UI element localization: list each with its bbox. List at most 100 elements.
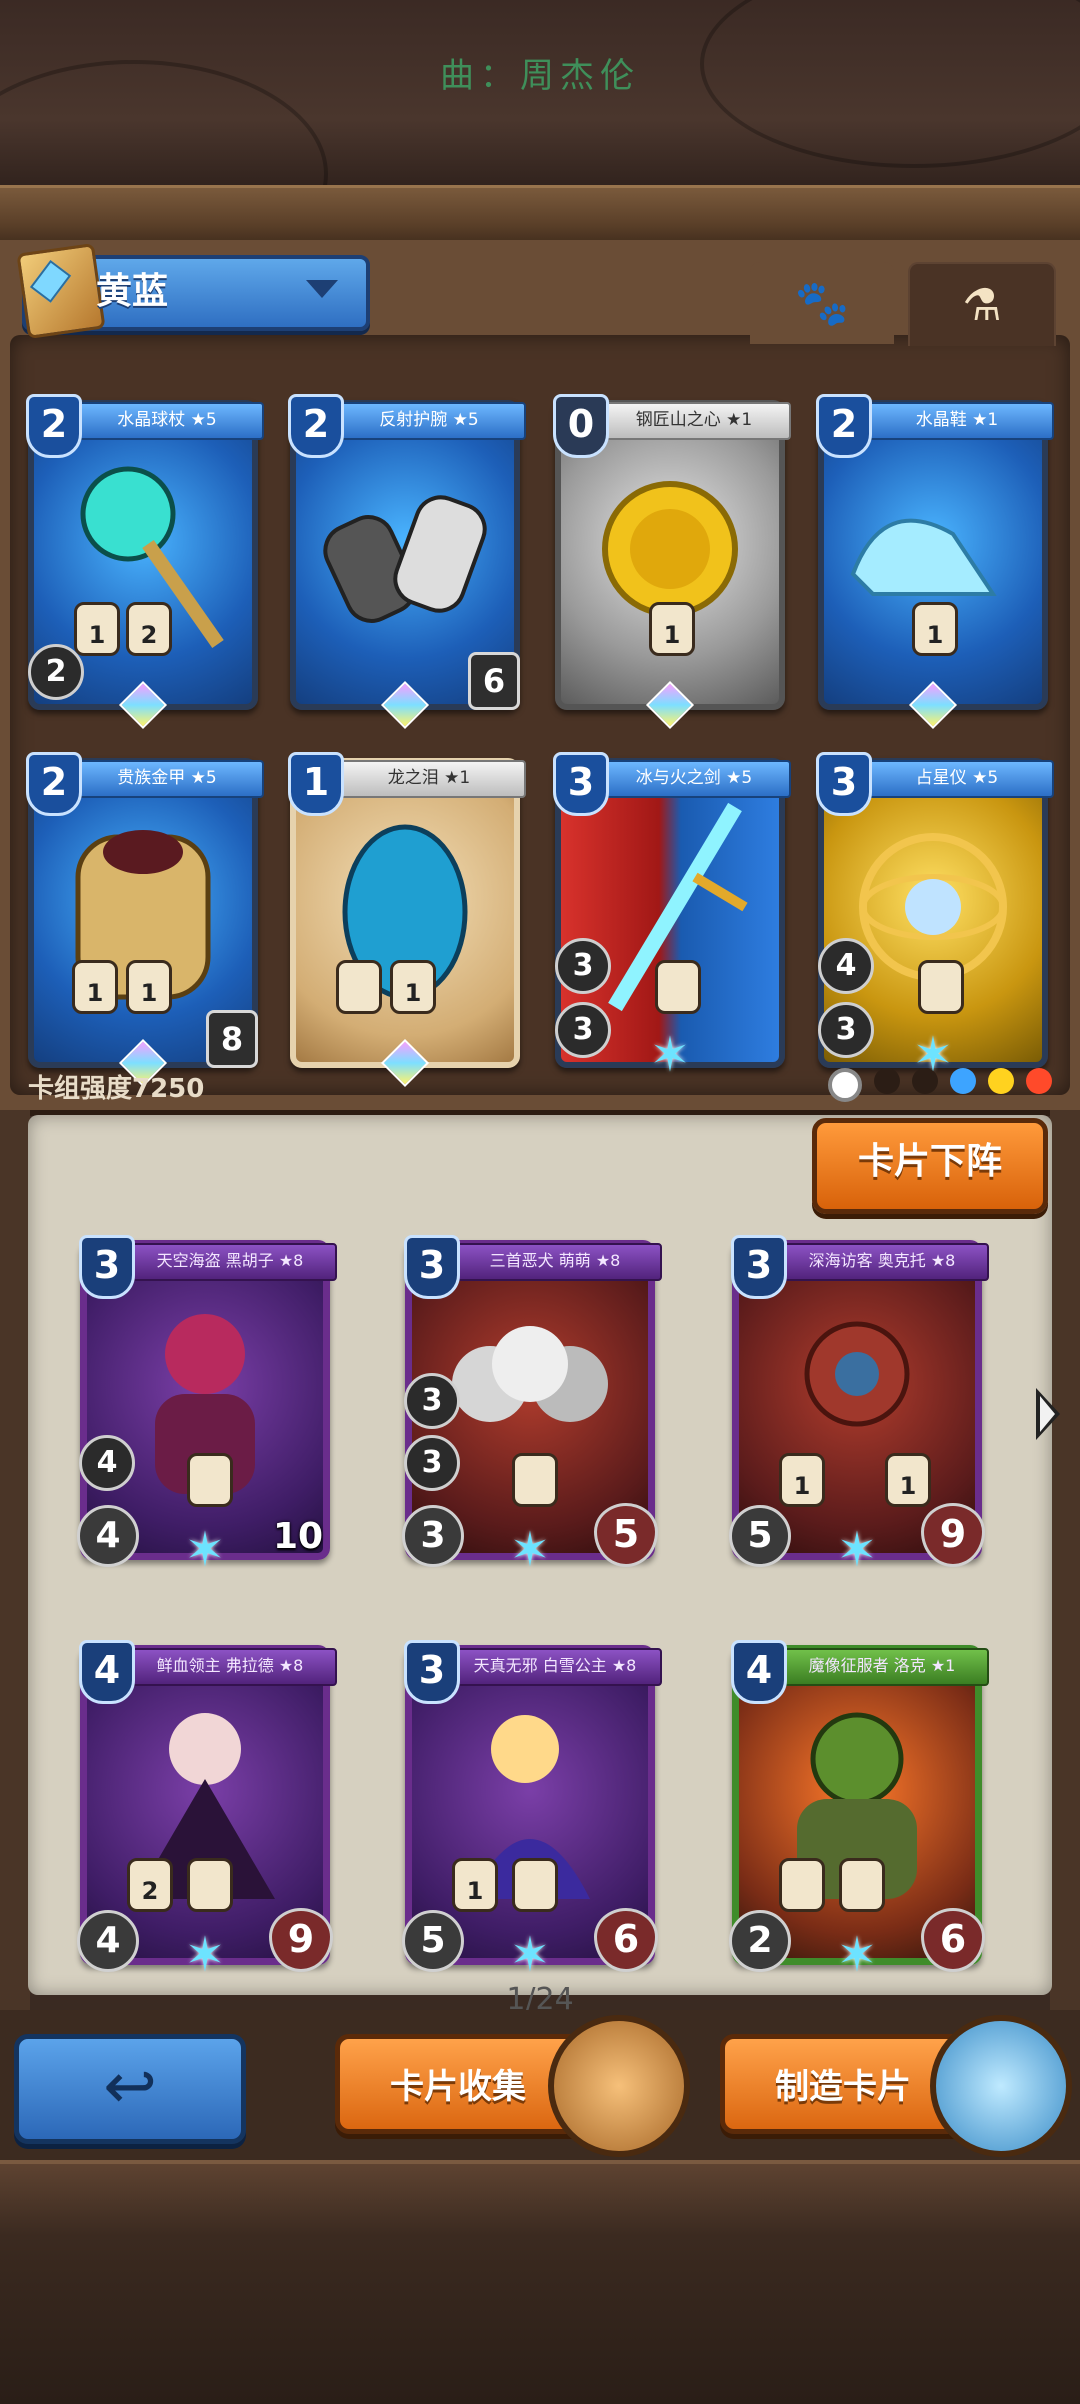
back-button[interactable]: ↩ (14, 2034, 246, 2144)
top-wood-background (0, 0, 1080, 288)
deck-strength: 卡组强度7250 (28, 1074, 205, 1104)
deck-card[interactable]: 钢匠山之心 ★1 0 1 (553, 394, 791, 730)
shelf-divider (0, 185, 1080, 248)
card-name: 深海访客 奥克托 ★8 (775, 1243, 989, 1281)
card-cost: 1 (288, 752, 344, 816)
nature-filter-icon[interactable] (912, 1068, 938, 1094)
card-stat-icon (918, 960, 964, 1014)
card-cost: 2 (816, 394, 872, 458)
card-stat-icon (187, 1453, 233, 1507)
deck-card[interactable]: 占星仪 ★5 3 4 3 ✶ (816, 752, 1054, 1080)
card-stat-icon (655, 960, 701, 1014)
collection-card[interactable]: 深海访客 奥克托 ★8 3 1 1 5 9 ✶ (729, 1235, 989, 1575)
tab-potion[interactable]: ⚗ (908, 262, 1056, 346)
card-stat: 1 (649, 602, 695, 656)
card-name: 龙之泪 ★1 (332, 760, 526, 798)
card-attack: 5 (729, 1505, 791, 1567)
water-filter-icon[interactable] (950, 1068, 976, 1094)
card-name: 占星仪 ★5 (860, 760, 1054, 798)
next-page-arrow-icon[interactable] (1036, 1388, 1060, 1440)
collection-card[interactable]: 天真无邪 白雪公主 ★8 3 1 5 6 ✶ (402, 1640, 662, 1980)
card-name: 水晶球杖 ★5 (70, 402, 264, 440)
star-icon: ✶ (836, 1927, 878, 1983)
card-health: 9 (921, 1503, 985, 1567)
star-icon: ✶ (184, 1927, 226, 1983)
song-credit: 曲：周杰伦 (440, 56, 640, 96)
deck-name: 黄蓝 (96, 271, 169, 312)
card-name: 鲜血领主 弗拉德 ★8 (123, 1648, 337, 1686)
card-book-icon[interactable] (548, 2015, 690, 2157)
deck-card[interactable]: 冰与火之剑 ★5 3 3 3 ✶ (553, 752, 791, 1080)
deck-card[interactable]: 水晶球杖 ★5 2 1 2 2 (26, 394, 264, 730)
card-attack: 2 (729, 1910, 791, 1972)
card-right-stat: 6 (468, 652, 520, 710)
card-stat: 2 (127, 1858, 173, 1912)
card-attack: 3 (402, 1505, 464, 1567)
chevron-down-icon[interactable] (306, 280, 338, 298)
card-stat: 1 (72, 960, 118, 1014)
card-cost: 2 (288, 394, 344, 458)
deck-card[interactable]: 贵族金甲 ★5 2 1 1 8 (26, 752, 264, 1088)
card-stat-icon (512, 1453, 558, 1507)
card-stat: 1 (912, 602, 958, 656)
card-mid-stat: 3 (404, 1435, 460, 1491)
card-left-stat: 2 (28, 644, 84, 700)
card-name: 反射护腕 ★5 (332, 402, 526, 440)
card-stat: 3 (555, 1002, 611, 1058)
back-arrow-icon: ↩ (103, 2050, 157, 2124)
element-filter-row (828, 1068, 1052, 1102)
neutral-filter-icon[interactable] (828, 1068, 862, 1102)
card-stat: 1 (390, 960, 436, 1014)
star-icon: ✶ (184, 1522, 226, 1578)
gauntlet-art (323, 495, 487, 623)
fire-filter-icon[interactable] (1026, 1068, 1052, 1094)
deck-card[interactable]: 龙之泪 ★1 1 1 (288, 752, 526, 1088)
card-stat: 3 (555, 938, 611, 994)
card-stat-icon (779, 1858, 825, 1912)
card-name: 水晶鞋 ★1 (860, 402, 1054, 440)
unload-card-button[interactable]: 卡片下阵 (812, 1118, 1048, 1214)
card-stat-icon (187, 1858, 233, 1912)
card-health: 5 (594, 1503, 658, 1567)
card-attack: 4 (77, 1505, 139, 1567)
card-name: 三首恶犬 萌萌 ★8 (448, 1243, 662, 1281)
collection-card[interactable]: 天空海盗 黑胡子 ★8 3 4 4 10 ✶ (77, 1235, 337, 1575)
deck-card[interactable]: 反射护腕 ★5 2 6 (288, 394, 526, 730)
card-name: 钢匠山之心 ★1 (597, 402, 791, 440)
card-stat: 4 (818, 938, 874, 994)
card-stat: 1 (452, 1858, 498, 1912)
star-icon: ✶ (836, 1522, 878, 1578)
paw-icon: 🐾 (794, 278, 850, 329)
card-stat: 2 (126, 602, 172, 656)
card-right-stat: 8 (206, 1010, 258, 1068)
tab-paw[interactable]: 🐾 (750, 262, 894, 344)
card-name: 魔像征服者 洛克 ★1 (775, 1648, 989, 1686)
star-icon: ✶ (649, 1027, 691, 1083)
star-icon: ✶ (509, 1522, 551, 1578)
potion-icon: ⚗ (962, 279, 1002, 331)
card-stat: 1 (126, 960, 172, 1014)
collection-card[interactable]: 魔像征服者 洛克 ★1 4 2 6 ✶ (729, 1640, 989, 1980)
collection-card[interactable]: 三首恶犬 萌萌 ★8 3 3 3 3 5 ✶ (402, 1235, 662, 1575)
card-health: 6 (594, 1908, 658, 1972)
card-stat-icon (839, 1858, 885, 1912)
card-stat: 1 (74, 602, 120, 656)
card-name: 天空海盗 黑胡子 ★8 (123, 1243, 337, 1281)
light-filter-icon[interactable] (988, 1068, 1014, 1094)
collection-card[interactable]: 鲜血领主 弗拉德 ★8 4 2 4 9 ✶ (77, 1640, 337, 1980)
bottom-wood-background (0, 2160, 1080, 2404)
card-sub-stat: 3 (404, 1373, 460, 1429)
deck-card[interactable]: 水晶鞋 ★1 2 1 (816, 394, 1054, 730)
star-icon: ✶ (509, 1927, 551, 1983)
deck-book-icon (16, 242, 106, 340)
card-name: 贵族金甲 ★5 (70, 760, 264, 798)
card-cost: 3 (731, 1235, 787, 1299)
card-health: 6 (921, 1908, 985, 1972)
card-attack: 4 (77, 1910, 139, 1972)
card-stat: 1 (885, 1453, 931, 1507)
card-stat: 3 (818, 1002, 874, 1058)
card-cost: 3 (816, 752, 872, 816)
paw-jar-icon[interactable] (930, 2015, 1072, 2157)
dark-filter-icon[interactable] (874, 1068, 900, 1094)
card-attack: 5 (402, 1910, 464, 1972)
